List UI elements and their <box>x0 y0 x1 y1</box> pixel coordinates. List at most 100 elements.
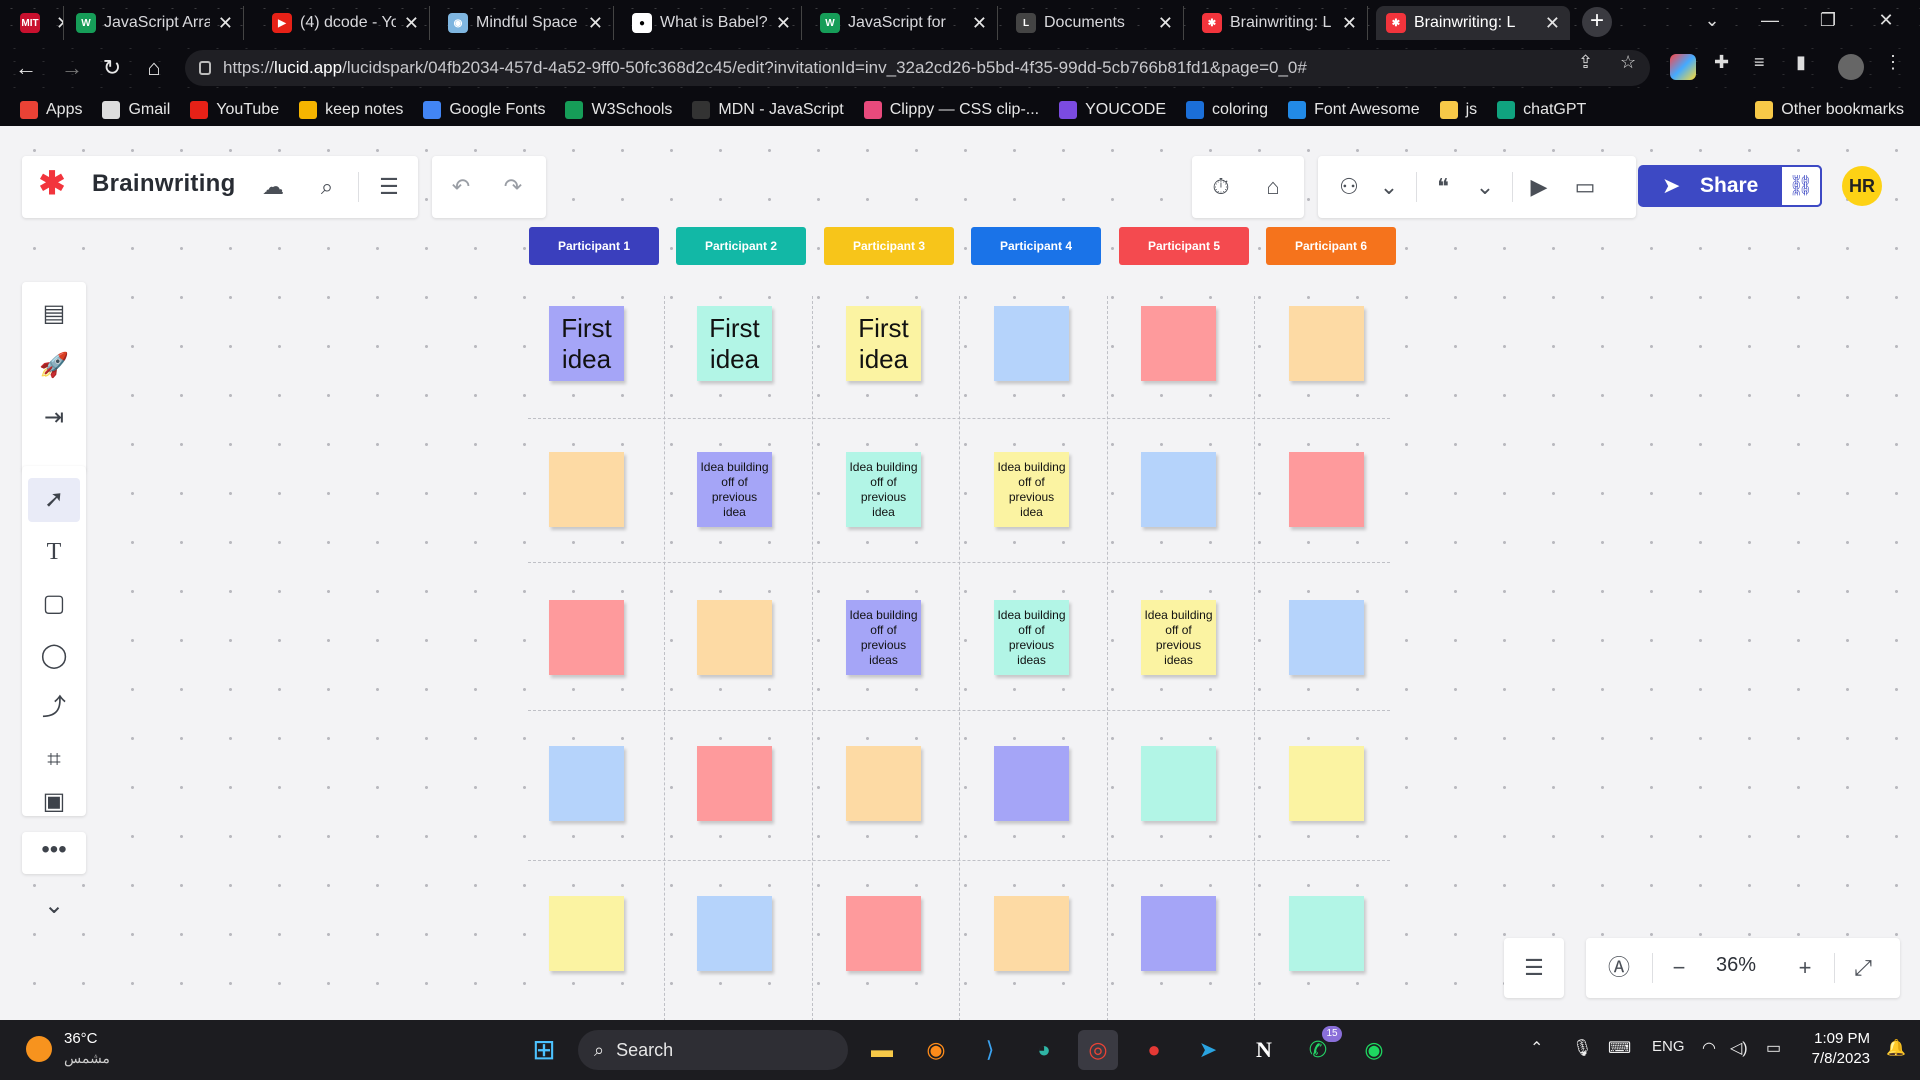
browser-tab[interactable]: ✱ Brainwriting: L ✕ <box>1376 6 1570 40</box>
forward-button[interactable]: → <box>56 52 88 84</box>
browser-tab[interactable]: ✱ Brainwriting: L ✕ <box>1192 6 1368 40</box>
sticky-note[interactable] <box>549 746 624 821</box>
browser-tab[interactable]: L Documents ✕ <box>1006 6 1184 40</box>
participant-header[interactable]: Participant 4 <box>971 227 1101 265</box>
close-tab-icon[interactable]: ✕ <box>1158 13 1173 34</box>
media-control-icon[interactable]: ≡ <box>1754 52 1765 73</box>
sticky-note[interactable]: Idea building off of previous ideas <box>1141 600 1216 675</box>
profile-avatar[interactable] <box>1838 54 1864 80</box>
sticky-note[interactable] <box>697 896 772 971</box>
sticky-note[interactable] <box>549 452 624 527</box>
reload-button[interactable]: ↻ <box>96 52 128 84</box>
clock-time[interactable]: 1:09 PM <box>1808 1030 1870 1047</box>
sticky-note[interactable] <box>1289 452 1364 527</box>
sticky-note[interactable]: Idea building off of previous idea <box>697 452 772 527</box>
bookmark-item[interactable]: Google Fonts <box>423 101 545 119</box>
browser-tab[interactable]: ● What is Babel? ✕ <box>622 6 802 40</box>
sticky-note[interactable]: Idea building off of previous ideas <box>846 600 921 675</box>
chevron-down-icon[interactable]: ⌄ <box>1372 170 1406 204</box>
quick-start-rocket-icon[interactable]: 🚀 <box>28 344 80 388</box>
microphone-icon[interactable]: 🎙 <box>1572 1038 1592 1058</box>
sticky-note[interactable] <box>1141 746 1216 821</box>
bookmark-item[interactable]: js <box>1439 101 1477 119</box>
wifi-icon[interactable]: ◠ <box>1702 1038 1716 1058</box>
bookmark-item[interactable]: coloring <box>1186 101 1268 119</box>
volume-icon[interactable]: ◁) <box>1730 1038 1748 1058</box>
notion-icon[interactable]: N <box>1244 1030 1284 1070</box>
sticky-note-tool-icon[interactable]: ▢ <box>28 582 80 626</box>
edge-icon[interactable]: ◕ <box>1024 1030 1064 1070</box>
image-tool-icon[interactable]: ▣ <box>28 780 80 816</box>
firefox-icon[interactable]: ◉ <box>916 1030 956 1070</box>
chevron-down-icon[interactable]: ⌄ <box>1468 170 1502 204</box>
extensions-puzzle-icon[interactable]: ✚ <box>1714 52 1729 73</box>
sticky-note[interactable]: First idea <box>846 306 921 381</box>
bookmark-item[interactable]: W3Schools <box>565 101 672 119</box>
sticky-note[interactable] <box>994 746 1069 821</box>
sticky-note[interactable] <box>549 896 624 971</box>
close-tab-icon[interactable]: ✕ <box>588 13 603 34</box>
more-tools-icon[interactable]: ••• <box>28 832 80 874</box>
back-button[interactable]: ← <box>10 52 42 84</box>
bookmark-star-icon[interactable]: ☆ <box>1620 52 1636 73</box>
accessibility-icon[interactable]: Ⓐ <box>1602 951 1636 985</box>
comments-icon[interactable]: ❝ <box>1426 170 1460 204</box>
zoom-out-icon[interactable]: − <box>1662 951 1696 985</box>
address-bar[interactable]: https://lucid.app/lucidspark/04fb2034-45… <box>185 50 1650 86</box>
templates-icon[interactable]: ▤ <box>28 292 80 336</box>
menu-icon[interactable]: ☰ <box>372 170 406 204</box>
notification-bell-icon[interactable]: 🔔 <box>1886 1038 1906 1058</box>
sticky-note[interactable] <box>1141 306 1216 381</box>
sticky-note[interactable] <box>549 600 624 675</box>
close-tab-icon[interactable]: ✕ <box>1545 13 1560 34</box>
bookmark-item[interactable]: YouTube <box>190 101 279 119</box>
close-tab-icon[interactable]: ✕ <box>56 13 63 34</box>
browser-tab[interactable]: W JavaScript for ✕ <box>810 6 998 40</box>
frame-tool-icon[interactable]: ⌗ <box>28 738 80 782</box>
language-indicator[interactable]: ENG <box>1652 1038 1685 1055</box>
weather-temp[interactable]: 36°C <box>64 1030 98 1047</box>
undo-icon[interactable]: ↶ <box>444 170 478 204</box>
gift-icon[interactable]: ⌂ <box>1256 170 1290 204</box>
close-tab-icon[interactable]: ✕ <box>218 13 233 34</box>
sticky-note[interactable]: Idea building off of previous idea <box>994 452 1069 527</box>
browser-tab[interactable]: ▶ (4) dcode - You ✕ <box>262 6 430 40</box>
sticky-note[interactable] <box>1141 452 1216 527</box>
sticky-note[interactable] <box>1289 600 1364 675</box>
windows-start-icon[interactable]: ⊞ <box>524 1030 564 1070</box>
browser-tab[interactable]: MITJavaScript Arra✕ <box>10 6 64 40</box>
close-tab-icon[interactable]: ✕ <box>776 13 791 34</box>
restore-button[interactable]: ❐ <box>1799 0 1857 40</box>
sticky-note[interactable]: First idea <box>549 306 624 381</box>
participant-header[interactable]: Participant 5 <box>1119 227 1249 265</box>
bookmark-item[interactable]: YOUCODE <box>1059 101 1166 119</box>
list-view-icon[interactable]: ☰ <box>1517 951 1551 985</box>
search-icon[interactable]: ⌕ <box>310 170 344 204</box>
bookmark-item[interactable]: Clippy — CSS clip-... <box>863 101 1039 119</box>
browser-tab[interactable]: W JavaScript Arra ✕ <box>66 6 244 40</box>
tab-search-icon[interactable]: ⌄ <box>1683 0 1741 40</box>
new-tab-button[interactable]: + <box>1582 7 1612 37</box>
sticky-note[interactable] <box>697 746 772 821</box>
bookmark-item[interactable]: Apps <box>20 101 82 119</box>
sticky-note[interactable] <box>1141 896 1216 971</box>
close-tab-icon[interactable]: ✕ <box>1342 13 1357 34</box>
sticky-note[interactable] <box>994 306 1069 381</box>
close-window-button[interactable]: ✕ <box>1857 0 1915 40</box>
vscode-icon[interactable]: ⟩ <box>970 1030 1010 1070</box>
side-panel-icon[interactable]: ▮ <box>1796 52 1806 73</box>
sticky-note[interactable] <box>994 896 1069 971</box>
participant-header[interactable]: Participant 1 <box>529 227 659 265</box>
copy-link-icon[interactable]: ⛓ <box>1780 165 1822 207</box>
video-call-icon[interactable]: ▭ <box>1568 170 1602 204</box>
zoom-level[interactable]: 36% <box>1716 954 1756 977</box>
document-title[interactable]: Brainwriting <box>92 170 236 198</box>
minimize-button[interactable]: — <box>1741 0 1799 40</box>
text-tool-icon[interactable]: T <box>28 530 80 574</box>
redo-icon[interactable]: ↷ <box>496 170 530 204</box>
bookmark-item[interactable]: MDN - JavaScript <box>692 101 844 119</box>
timer-icon[interactable]: ⏱ <box>1204 170 1238 204</box>
user-avatar[interactable]: HR <box>1842 166 1882 206</box>
collaborators-icon[interactable]: ⚇ <box>1332 170 1366 204</box>
sticky-note[interactable] <box>1289 896 1364 971</box>
